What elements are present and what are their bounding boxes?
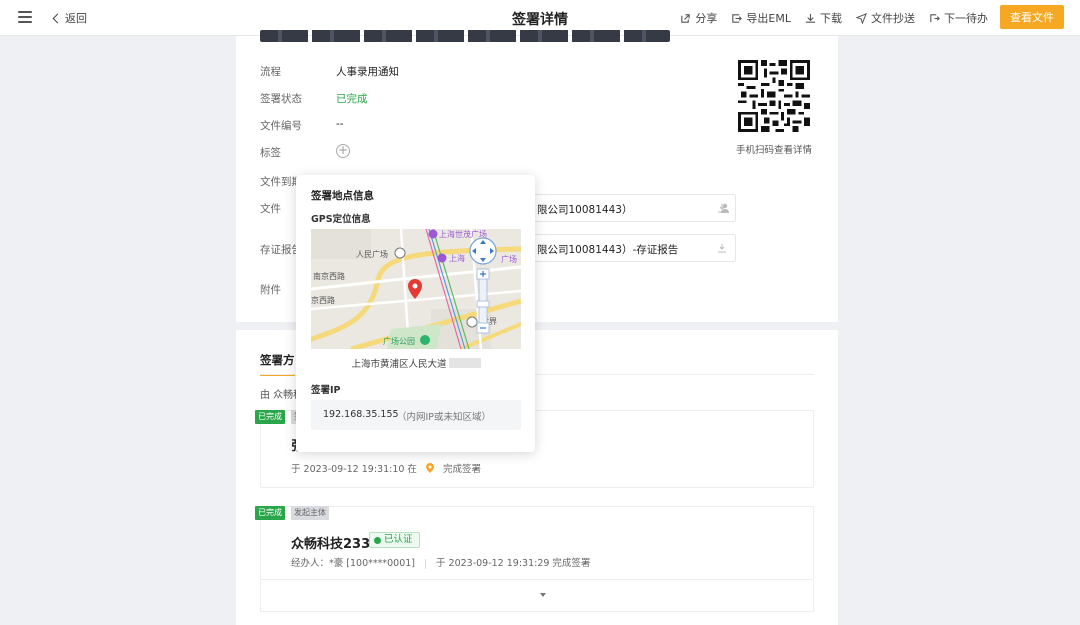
back-button[interactable]: 返回 [52, 10, 87, 26]
file-number-label: 文件编号 [260, 120, 302, 132]
operator-text: 经办人：*豪 [100****0001] [291, 558, 415, 569]
map-zoom-control[interactable] [476, 268, 490, 334]
location-pin-icon[interactable] [425, 463, 434, 473]
status-value: 已完成 [336, 93, 368, 105]
back-label: 返回 [65, 12, 87, 25]
redacted-text [448, 358, 481, 368]
chevron-left-icon [52, 13, 63, 24]
ip-info-box: 192.168.35.155 （内网IP或未知区域） [311, 400, 521, 430]
map-label: 上海 [449, 253, 465, 263]
file-number-value: -- [336, 118, 344, 130]
tab-signers[interactable]: 签署方 [260, 352, 295, 376]
status-label: 签署状态 [260, 93, 302, 105]
ip-note: （内网IP或未知区域） [397, 412, 492, 423]
file-label: 文件 [260, 203, 281, 215]
signing-location-popover: 签署地点信息 GPS定位信息 上海世茂广场 上海 广场 人民广场 南京西路 京西… [296, 175, 535, 452]
popover-title: 签署地点信息 [311, 190, 374, 202]
qr-code-icon[interactable] [738, 60, 810, 132]
map-label: 广场公园 [383, 336, 415, 346]
download-icon [805, 13, 816, 23]
gps-label: GPS定位信息 [311, 214, 371, 225]
location-address: 上海市黄浦区人民大道 [311, 356, 521, 370]
status-badge: 已完成 [255, 506, 285, 520]
status-badge: 已完成 [255, 410, 285, 424]
attachment-label: 附件 [260, 284, 281, 296]
map-label: 广场 [501, 254, 517, 264]
map-label: 上海世茂广场 [439, 229, 487, 239]
download-icon[interactable] [717, 243, 727, 253]
menu-icon[interactable] [18, 11, 32, 23]
signed-time: 于 2023-09-12 19:31:29 完成签署 [436, 558, 591, 569]
cc-file-button[interactable]: 文件抄送 [856, 10, 915, 26]
evidence-report-name: 限公司10081443）-存证报告 [537, 244, 679, 256]
expand-caret-icon[interactable] [540, 593, 546, 597]
verified-badge: 已认证 [369, 532, 420, 548]
document-title-cut [260, 30, 670, 42]
download-button[interactable]: 下载 [805, 10, 842, 26]
divider [261, 579, 813, 580]
download-icon[interactable] [717, 203, 727, 213]
flow-value: 人事录用通知 [336, 66, 399, 78]
map-label: 京西路 [311, 295, 335, 305]
header-actions: 分享 导出EML 下载 文件抄送 下一待办 [666, 10, 988, 26]
next-icon [930, 13, 940, 22]
check-icon [374, 536, 381, 544]
ip-address: 192.168.35.155 [323, 409, 399, 420]
signer-item[interactable]: 已完成 发起主体 众畅科技233 已认证 经办人：*豪 [100****0001… [255, 506, 814, 612]
tags-label: 标签 [260, 147, 281, 159]
export-eml-button[interactable]: 导出EML [731, 10, 791, 26]
map-label: 南京西路 [313, 271, 345, 281]
share-icon [681, 13, 691, 23]
send-icon [856, 12, 867, 24]
signer-type-badge: 发起主体 [291, 506, 329, 520]
export-icon [732, 13, 743, 23]
flow-label: 流程 [260, 66, 281, 78]
qr-caption: 手机扫码查看详情 [735, 145, 812, 156]
signer-meta: 于 2023-09-12 19:31:10 在 完成签署 [291, 463, 482, 475]
signer-meta: 经办人：*豪 [100****0001] 于 2023-09-12 19:31:2… [291, 555, 590, 569]
view-file-button[interactable]: 查看文件 [1000, 5, 1064, 29]
ip-label: 签署IP [311, 385, 341, 396]
share-button[interactable]: 分享 [680, 10, 717, 26]
next-todo-button[interactable]: 下一待办 [929, 10, 988, 26]
file-name: 限公司10081443） [537, 204, 633, 216]
location-map[interactable]: 上海世茂广场 上海 广场 人民广场 南京西路 京西路 广场公园 世界 [311, 229, 521, 349]
add-tag-icon[interactable]: + [336, 144, 350, 158]
map-label: 人民广场 [356, 249, 388, 259]
map-pan-control[interactable] [469, 237, 497, 265]
signer-name: 众畅科技233 [291, 537, 371, 552]
